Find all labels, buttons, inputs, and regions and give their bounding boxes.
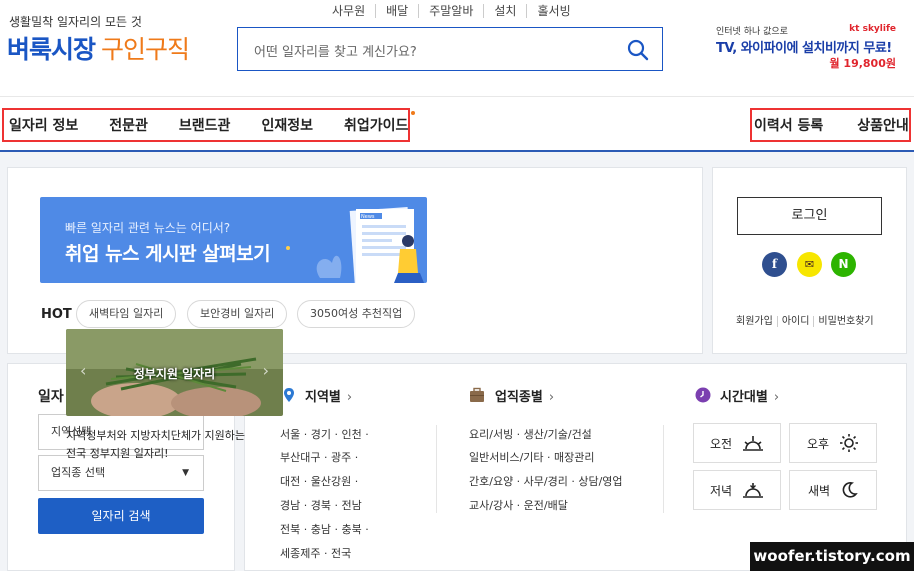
watermark: woofer.tistory.com — [750, 542, 914, 571]
news-illustration-icon: News — [286, 206, 424, 283]
popup-caption: 정부지원 일자리 — [133, 367, 216, 381]
logo-main: 벼룩시장 — [7, 35, 96, 64]
clock-icon — [695, 387, 711, 403]
job-row[interactable]: 간호/요양 · 사무/경리 · 상담/영업 — [469, 473, 623, 489]
banner-line1: 빠른 일자리 관련 뉴스는 어디서? — [65, 221, 231, 235]
news-banner[interactable]: 빠른 일자리 관련 뉴스는 어디서? 취업 뉴스 게시판 살펴보기 News — [40, 197, 427, 283]
facebook-icon[interactable]: f — [762, 252, 787, 277]
find-password-link[interactable]: 비밀번호찾기 — [813, 316, 878, 327]
hot-tag[interactable]: 새벽타임 일자리 — [76, 300, 177, 328]
job-search-button[interactable]: 일자리 검색 — [38, 498, 204, 534]
chevron-right-icon: › — [548, 390, 555, 405]
popup-desc1: 지역정부처와 지방자치단체가 지원하는 — [66, 429, 246, 442]
nav-item-products[interactable]: 상품안내 — [857, 115, 909, 135]
top-link[interactable]: 사무원 — [322, 4, 375, 18]
site-logo[interactable]: 벼룩시장 구인구직 — [7, 30, 190, 66]
top-link[interactable]: 설치 — [483, 4, 526, 18]
time-label: 오후 — [806, 436, 830, 451]
nav-item-label: 취업가이드 — [343, 118, 409, 134]
ad-line1: 인터넷 하나 값으로 — [716, 27, 788, 37]
hot-label: HOT — [41, 307, 72, 322]
job-title: 업직종별 — [495, 390, 543, 405]
top-link[interactable]: 홀서빙 — [526, 4, 580, 18]
search-input[interactable]: 어떤 일자리를 찾고 계신가요? — [254, 41, 417, 60]
form-title: 일자 — [38, 389, 64, 405]
chevron-right-icon: › — [346, 390, 353, 405]
ad-line2: TV, 와이파이에 설치비까지 무료! — [716, 41, 892, 56]
nav-left: 일자리 정보 전문관 브랜드관 인재정보 취업가이드 — [2, 108, 416, 142]
region-row[interactable]: 부산대구 · 광주 · — [280, 449, 358, 465]
login-button[interactable]: 로그인 — [737, 197, 882, 235]
time-label: 새벽 — [807, 483, 831, 498]
logo-sub: 구인구직 — [101, 35, 190, 64]
nav-item-resume[interactable]: 이력서 등록 — [754, 115, 823, 135]
paper-label: News — [361, 214, 375, 220]
ad-price: 월 19,800원 — [829, 57, 896, 70]
top-link[interactable]: 배달 — [375, 4, 418, 18]
hot-tag[interactable]: 보안경비 일자리 — [187, 300, 288, 328]
popup-desc2: 전국 정부지원 일자리! — [66, 447, 169, 460]
search-box[interactable]: 어떤 일자리를 찾고 계신가요? — [237, 27, 663, 71]
account-links: 회원가입 아이디 비밀번호찾기 — [736, 312, 878, 327]
time-dawn-button[interactable]: 새벽 — [789, 470, 877, 510]
chevron-down-icon: ▼ — [182, 468, 189, 478]
region-row[interactable]: 세종제주 · 전국 — [280, 545, 351, 561]
tagline: 생활밀착 일자리의 모든 것 — [9, 15, 142, 29]
region-row[interactable]: 대전 · 울산강원 · — [280, 473, 358, 489]
divider — [663, 425, 664, 513]
main-nav: 일자리 정보 전문관 브랜드관 인재정보 취업가이드 이력서 등록 상품안내 — [0, 96, 914, 152]
nav-item-guide[interactable]: 취업가이드 — [343, 111, 416, 135]
naver-icon[interactable]: N — [831, 252, 856, 277]
top-links: 사무원 배달 주말알바 설치 홀서빙 — [322, 4, 581, 18]
sun-icon — [840, 434, 859, 452]
ad-banner[interactable]: 인터넷 하나 값으로 kt skylife TV, 와이파이에 설치비까지 무료… — [716, 22, 896, 72]
time-title: 시간대별 — [720, 390, 768, 405]
region-title: 지역별 — [305, 390, 341, 405]
gov-job-popup[interactable]: ‹ › 정부지원 일자리 — [66, 329, 283, 416]
job-row[interactable]: 요리/서빙 · 생산/기술/건설 — [469, 426, 592, 442]
time-morning-button[interactable]: 오전 — [693, 423, 781, 463]
job-heading[interactable]: 업직종별 › — [495, 386, 554, 405]
time-heading[interactable]: 시간대별 › — [720, 386, 779, 405]
signup-link[interactable]: 회원가입 — [736, 316, 777, 327]
briefcase-icon — [470, 387, 484, 402]
region-row[interactable]: 서울 · 경기 · 인천 · — [280, 426, 369, 442]
ad-brand: kt skylife — [849, 24, 896, 34]
divider — [436, 425, 437, 513]
search-icon[interactable] — [626, 38, 650, 62]
time-evening-button[interactable]: 저녁 — [693, 470, 781, 510]
time-label: 저녁 — [709, 483, 733, 498]
new-dot-icon — [411, 111, 416, 115]
time-afternoon-button[interactable]: 오후 — [789, 423, 877, 463]
region-row[interactable]: 경남 · 경북 · 전남 — [280, 497, 362, 513]
chevron-right-icon: › — [773, 390, 780, 405]
nav-item[interactable]: 일자리 정보 — [9, 115, 78, 135]
region-heading[interactable]: 지역별 › — [305, 386, 352, 405]
location-pin-icon — [284, 388, 294, 402]
nav-item[interactable]: 인재정보 — [261, 115, 313, 135]
time-label: 오전 — [709, 436, 733, 451]
sunset-icon — [743, 483, 764, 498]
job-row[interactable]: 일반서비스/기타 · 매장관리 — [469, 449, 595, 465]
top-link[interactable]: 주말알바 — [418, 4, 483, 18]
banner-line2: 취업 뉴스 게시판 살펴보기 — [65, 243, 271, 265]
find-id-link[interactable]: 아이디 — [776, 316, 814, 327]
kakao-icon[interactable]: ✉ — [797, 252, 822, 277]
nav-item[interactable]: 브랜드관 — [179, 115, 231, 135]
header: 생활밀착 일자리의 모든 것 벼룩시장 구인구직 사무원 배달 주말알바 설치 홀… — [0, 0, 914, 96]
moon-icon — [842, 482, 858, 498]
nav-right: 이력서 등록 상품안내 — [750, 108, 911, 142]
job-row[interactable]: 교사/강사 · 운전/배달 — [469, 497, 568, 513]
sunrise-icon — [743, 436, 764, 451]
job-select-value: 업직종 선택 — [51, 466, 106, 479]
nav-item[interactable]: 전문관 — [109, 115, 148, 135]
hot-tag[interactable]: 3050여성 추천직업 — [297, 300, 416, 328]
region-row[interactable]: 전북 · 충남 · 충북 · — [280, 521, 369, 537]
